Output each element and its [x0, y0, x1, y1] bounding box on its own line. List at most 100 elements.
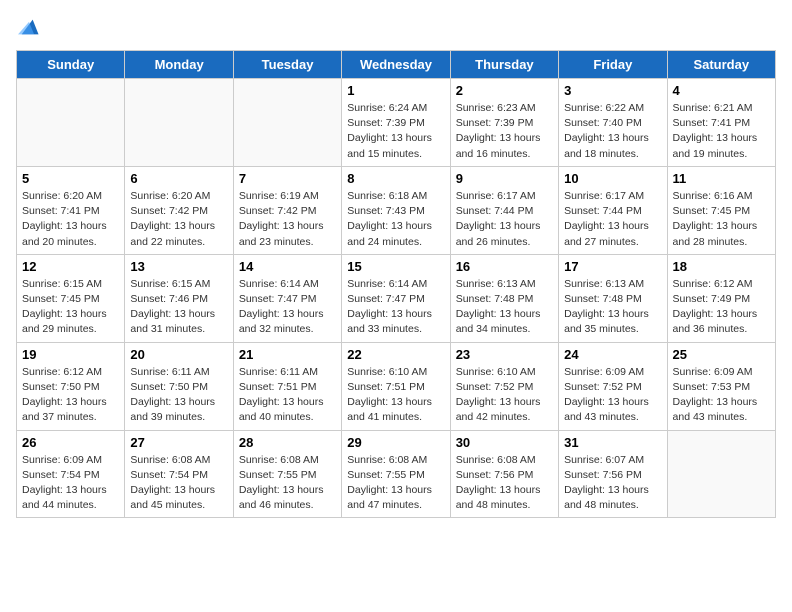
day-number: 4 — [673, 83, 770, 98]
day-number: 27 — [130, 435, 227, 450]
day-number: 19 — [22, 347, 119, 362]
calendar-cell: 16 Sunrise: 6:13 AMSunset: 7:48 PMDayligh… — [450, 254, 558, 342]
day-info: Sunrise: 6:10 AMSunset: 7:51 PMDaylight:… — [347, 365, 444, 426]
weekday-header-monday: Monday — [125, 51, 233, 79]
day-number: 31 — [564, 435, 661, 450]
day-number: 7 — [239, 171, 336, 186]
day-info: Sunrise: 6:23 AMSunset: 7:39 PMDaylight:… — [456, 101, 553, 162]
day-info: Sunrise: 6:24 AMSunset: 7:39 PMDaylight:… — [347, 101, 444, 162]
day-number: 13 — [130, 259, 227, 274]
day-info: Sunrise: 6:09 AMSunset: 7:52 PMDaylight:… — [564, 365, 661, 426]
calendar-cell: 28 Sunrise: 6:08 AMSunset: 7:55 PMDayligh… — [233, 430, 341, 518]
calendar-week-row: 12Sunrise: 6:15 AMSunset: 7:45 PMDayligh… — [17, 254, 776, 342]
day-number: 16 — [456, 259, 553, 274]
day-info: Sunrise: 6:16 AMSunset: 7:45 PMDaylight:… — [673, 189, 770, 250]
day-info: Sunrise: 6:12 AMSunset: 7:50 PMDaylight:… — [22, 365, 119, 426]
calendar-cell: 27 Sunrise: 6:08 AMSunset: 7:54 PMDayligh… — [125, 430, 233, 518]
day-info: Sunrise: 6:11 AMSunset: 7:50 PMDaylight:… — [130, 365, 227, 426]
calendar-cell: 3Sunrise: 6:22 AMSunset: 7:40 PMDaylight… — [559, 79, 667, 167]
calendar-cell: 18 Sunrise: 6:12 AMSunset: 7:49 PMDayligh… — [667, 254, 775, 342]
day-info: Sunrise: 6:17 AMSunset: 7:44 PMDaylight:… — [564, 189, 661, 250]
calendar-cell: 11Sunrise: 6:16 AMSunset: 7:45 PMDayligh… — [667, 166, 775, 254]
calendar-cell: 13 Sunrise: 6:15 AMSunset: 7:46 PMDayligh… — [125, 254, 233, 342]
day-info: Sunrise: 6:18 AMSunset: 7:43 PMDaylight:… — [347, 189, 444, 250]
weekday-header-sunday: Sunday — [17, 51, 125, 79]
calendar-cell: 31 Sunrise: 6:07 AMSunset: 7:56 PMDayligh… — [559, 430, 667, 518]
day-number: 6 — [130, 171, 227, 186]
weekday-header-thursday: Thursday — [450, 51, 558, 79]
day-number: 25 — [673, 347, 770, 362]
calendar-cell: 19 Sunrise: 6:12 AMSunset: 7:50 PMDayligh… — [17, 342, 125, 430]
calendar-cell: 4 Sunrise: 6:21 AMSunset: 7:41 PMDaylight… — [667, 79, 775, 167]
weekday-header-saturday: Saturday — [667, 51, 775, 79]
calendar-cell: 12Sunrise: 6:15 AMSunset: 7:45 PMDayligh… — [17, 254, 125, 342]
calendar-cell: 8 Sunrise: 6:18 AMSunset: 7:43 PMDaylight… — [342, 166, 450, 254]
calendar-cell — [233, 79, 341, 167]
calendar-header-row: SundayMondayTuesdayWednesdayThursdayFrid… — [17, 51, 776, 79]
calendar-cell: 20Sunrise: 6:11 AMSunset: 7:50 PMDayligh… — [125, 342, 233, 430]
day-number: 18 — [673, 259, 770, 274]
day-number: 8 — [347, 171, 444, 186]
calendar-cell: 9 Sunrise: 6:17 AMSunset: 7:44 PMDaylight… — [450, 166, 558, 254]
day-number: 22 — [347, 347, 444, 362]
logo — [16, 16, 40, 38]
day-info: Sunrise: 6:09 AMSunset: 7:54 PMDaylight:… — [22, 453, 119, 514]
day-number: 15 — [347, 259, 444, 274]
calendar-week-row: 1 Sunrise: 6:24 AMSunset: 7:39 PMDaylight… — [17, 79, 776, 167]
weekday-header-tuesday: Tuesday — [233, 51, 341, 79]
calendar-cell: 7 Sunrise: 6:19 AMSunset: 7:42 PMDaylight… — [233, 166, 341, 254]
calendar-week-row: 19 Sunrise: 6:12 AMSunset: 7:50 PMDayligh… — [17, 342, 776, 430]
calendar-cell: 26 Sunrise: 6:09 AMSunset: 7:54 PMDayligh… — [17, 430, 125, 518]
day-info: Sunrise: 6:20 AMSunset: 7:41 PMDaylight:… — [22, 189, 119, 250]
day-info: Sunrise: 6:08 AMSunset: 7:55 PMDaylight:… — [347, 453, 444, 514]
calendar-cell: 24 Sunrise: 6:09 AMSunset: 7:52 PMDayligh… — [559, 342, 667, 430]
calendar-cell: 6 Sunrise: 6:20 AMSunset: 7:42 PMDaylight… — [125, 166, 233, 254]
day-info: Sunrise: 6:14 AMSunset: 7:47 PMDaylight:… — [347, 277, 444, 338]
day-number: 21 — [239, 347, 336, 362]
day-number: 9 — [456, 171, 553, 186]
day-info: Sunrise: 6:17 AMSunset: 7:44 PMDaylight:… — [456, 189, 553, 250]
calendar-cell — [667, 430, 775, 518]
day-number: 14 — [239, 259, 336, 274]
day-info: Sunrise: 6:13 AMSunset: 7:48 PMDaylight:… — [456, 277, 553, 338]
day-number: 23 — [456, 347, 553, 362]
day-info: Sunrise: 6:19 AMSunset: 7:42 PMDaylight:… — [239, 189, 336, 250]
calendar-table: SundayMondayTuesdayWednesdayThursdayFrid… — [16, 50, 776, 518]
calendar-cell: 14 Sunrise: 6:14 AMSunset: 7:47 PMDayligh… — [233, 254, 341, 342]
day-info: Sunrise: 6:09 AMSunset: 7:53 PMDaylight:… — [673, 365, 770, 426]
page-header — [16, 16, 776, 38]
calendar-week-row: 26 Sunrise: 6:09 AMSunset: 7:54 PMDayligh… — [17, 430, 776, 518]
calendar-cell: 5 Sunrise: 6:20 AMSunset: 7:41 PMDaylight… — [17, 166, 125, 254]
day-info: Sunrise: 6:08 AMSunset: 7:54 PMDaylight:… — [130, 453, 227, 514]
day-number: 2 — [456, 83, 553, 98]
day-info: Sunrise: 6:14 AMSunset: 7:47 PMDaylight:… — [239, 277, 336, 338]
day-info: Sunrise: 6:12 AMSunset: 7:49 PMDaylight:… — [673, 277, 770, 338]
day-info: Sunrise: 6:08 AMSunset: 7:55 PMDaylight:… — [239, 453, 336, 514]
day-number: 5 — [22, 171, 119, 186]
calendar-cell: 29Sunrise: 6:08 AMSunset: 7:55 PMDayligh… — [342, 430, 450, 518]
day-info: Sunrise: 6:07 AMSunset: 7:56 PMDaylight:… — [564, 453, 661, 514]
day-number: 1 — [347, 83, 444, 98]
calendar-cell: 21 Sunrise: 6:11 AMSunset: 7:51 PMDayligh… — [233, 342, 341, 430]
day-info: Sunrise: 6:10 AMSunset: 7:52 PMDaylight:… — [456, 365, 553, 426]
calendar-cell: 17 Sunrise: 6:13 AMSunset: 7:48 PMDayligh… — [559, 254, 667, 342]
day-number: 30 — [456, 435, 553, 450]
weekday-header-friday: Friday — [559, 51, 667, 79]
day-number: 26 — [22, 435, 119, 450]
day-info: Sunrise: 6:13 AMSunset: 7:48 PMDaylight:… — [564, 277, 661, 338]
day-number: 24 — [564, 347, 661, 362]
day-info: Sunrise: 6:20 AMSunset: 7:42 PMDaylight:… — [130, 189, 227, 250]
calendar-cell: 23 Sunrise: 6:10 AMSunset: 7:52 PMDayligh… — [450, 342, 558, 430]
day-info: Sunrise: 6:15 AMSunset: 7:46 PMDaylight:… — [130, 277, 227, 338]
calendar-cell: 15 Sunrise: 6:14 AMSunset: 7:47 PMDayligh… — [342, 254, 450, 342]
day-info: Sunrise: 6:11 AMSunset: 7:51 PMDaylight:… — [239, 365, 336, 426]
calendar-week-row: 5 Sunrise: 6:20 AMSunset: 7:41 PMDaylight… — [17, 166, 776, 254]
day-number: 3 — [564, 83, 661, 98]
day-info: Sunrise: 6:21 AMSunset: 7:41 PMDaylight:… — [673, 101, 770, 162]
calendar-cell — [125, 79, 233, 167]
day-number: 17 — [564, 259, 661, 274]
day-info: Sunrise: 6:08 AMSunset: 7:56 PMDaylight:… — [456, 453, 553, 514]
day-number: 28 — [239, 435, 336, 450]
weekday-header-wednesday: Wednesday — [342, 51, 450, 79]
day-info: Sunrise: 6:15 AMSunset: 7:45 PMDaylight:… — [22, 277, 119, 338]
